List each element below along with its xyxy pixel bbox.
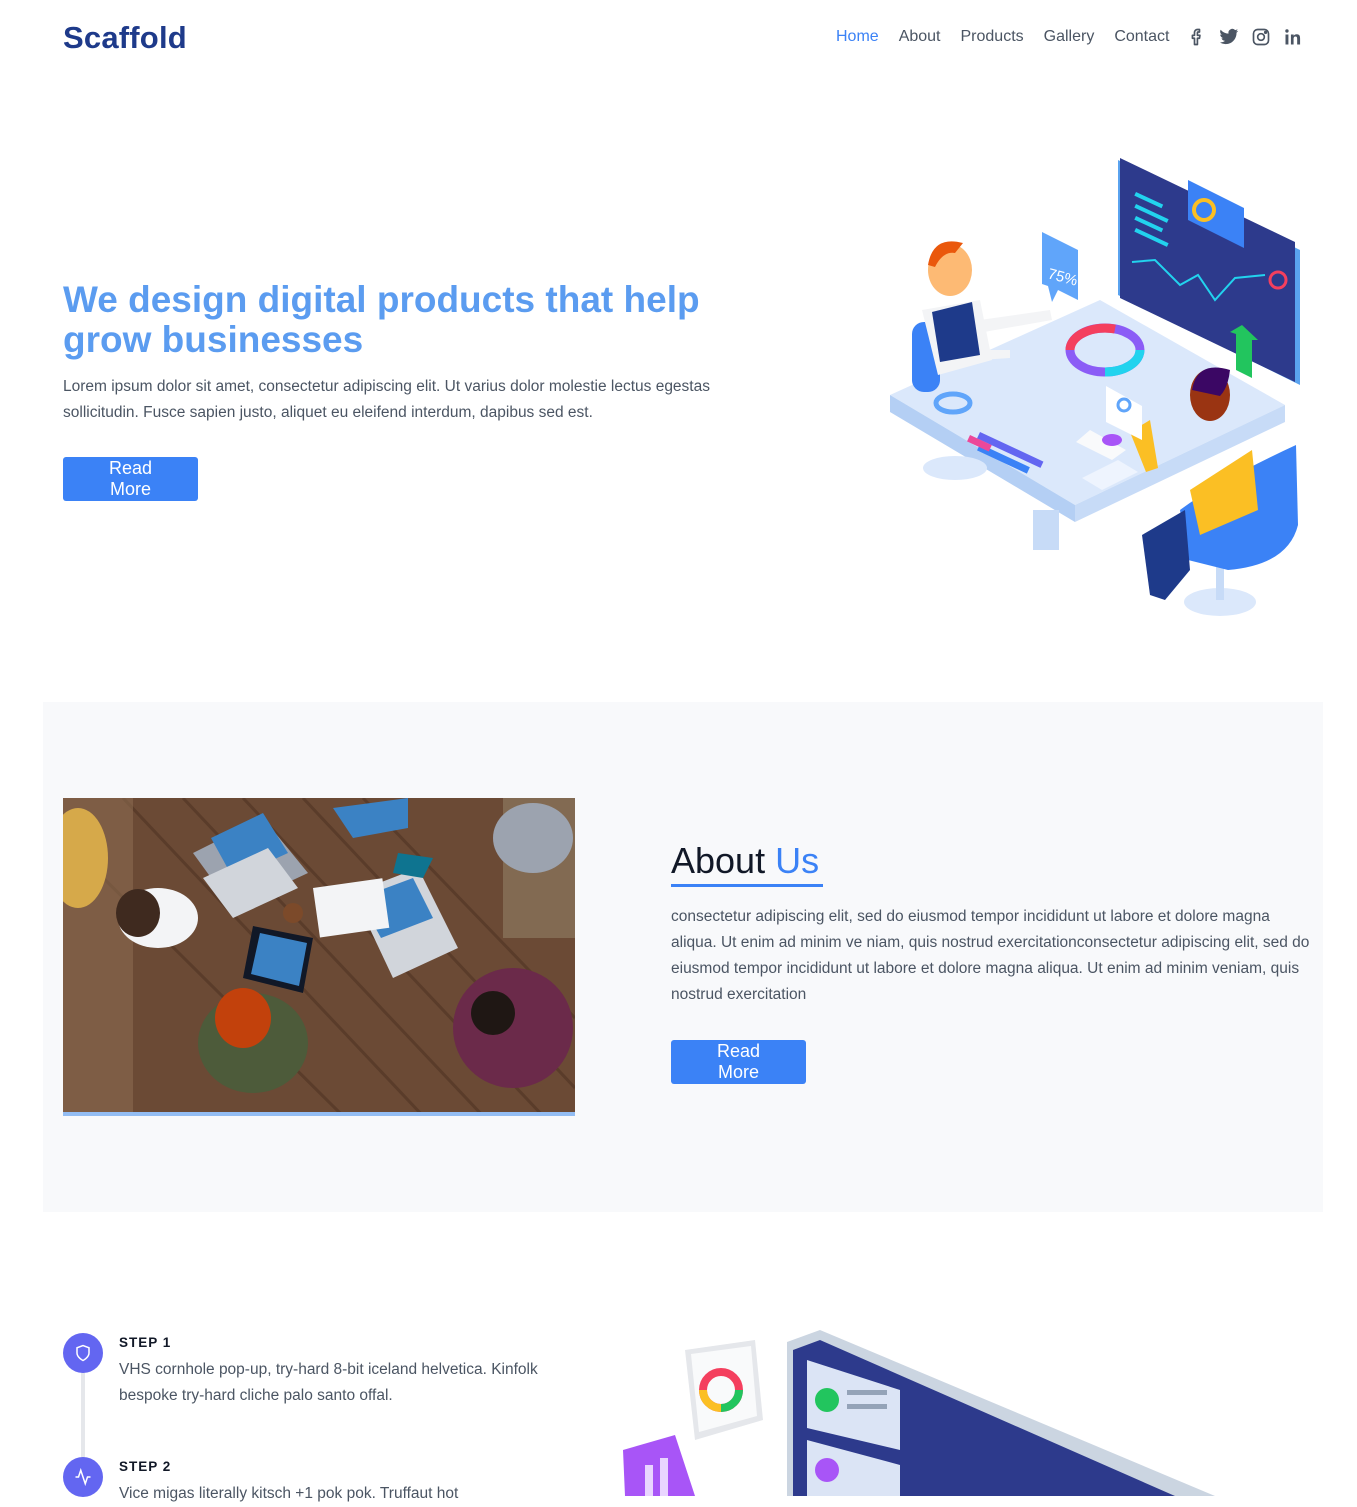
hero-read-more-button[interactable]: Read More	[63, 457, 198, 501]
step-2-label: STEP 2	[119, 1459, 172, 1474]
shield-icon	[76, 1344, 90, 1362]
nav-products[interactable]: Products	[961, 28, 1024, 46]
about-title: About Us	[671, 840, 819, 882]
nav-about[interactable]: About	[899, 28, 941, 46]
about-title-main: About	[671, 840, 766, 881]
site-header: Scaffold Home About Products Gallery Con…	[0, 0, 1357, 78]
instagram-icon[interactable]	[1251, 27, 1271, 47]
linkedin-icon[interactable]	[1283, 27, 1303, 47]
step-2-text: Vice migas literally kitsch +1 pok pok. …	[119, 1485, 459, 1502]
activity-icon	[75, 1468, 91, 1486]
hero-text: Lorem ipsum dolor sit amet, consectetur …	[63, 378, 710, 421]
step-2-badge	[63, 1457, 103, 1497]
step-1-badge	[63, 1333, 103, 1373]
hero-illustration: 75%	[880, 150, 1310, 630]
about-text: consectetur adipiscing elit, sed do eius…	[671, 908, 1310, 1003]
about-title-accent: Us	[775, 840, 820, 881]
nav-contact[interactable]: Contact	[1114, 28, 1169, 46]
site-logo[interactable]: Scaffold	[63, 20, 187, 56]
social-links	[1187, 27, 1303, 47]
facebook-icon[interactable]	[1187, 27, 1207, 47]
team-meeting-photo	[63, 798, 575, 1116]
steps-illustration	[615, 1320, 1215, 1496]
about-read-more-button[interactable]: Read More	[671, 1040, 806, 1084]
twitter-icon[interactable]	[1219, 27, 1239, 47]
main-nav: Home About Products Gallery Contact	[836, 28, 1189, 46]
nav-home[interactable]: Home	[836, 28, 879, 46]
nav-gallery[interactable]: Gallery	[1044, 28, 1095, 46]
hero-title: We design digital products that help gro…	[63, 279, 700, 360]
step-1-text: VHS cornhole pop-up, try-hard 8-bit icel…	[119, 1361, 538, 1404]
step-1-label: STEP 1	[119, 1335, 172, 1350]
about-title-underline	[671, 884, 823, 887]
